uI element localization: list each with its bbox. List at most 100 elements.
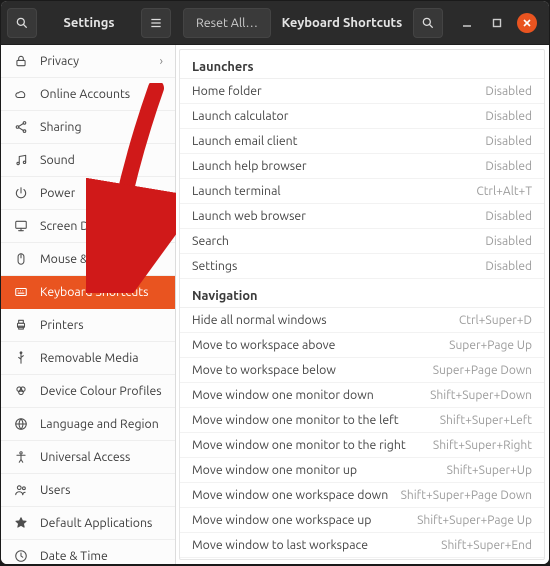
shortcut-row[interactable]: Move window one monitor upShift+Super+Up	[180, 458, 544, 483]
shortcut-name: Launch web browser	[192, 210, 485, 223]
shortcut-row[interactable]: Launch calculatorDisabled	[180, 104, 544, 129]
display-icon	[13, 218, 29, 234]
keyboard-icon	[13, 284, 29, 300]
shortcut-name: Launch terminal	[192, 185, 476, 198]
shortcut-row[interactable]: Launch email clientDisabled	[180, 129, 544, 154]
shortcut-row[interactable]: SearchDisabled	[180, 229, 544, 254]
shortcut-name: Hide all normal windows	[192, 314, 459, 327]
shortcut-keys: Disabled	[485, 85, 532, 98]
shortcut-keys: Disabled	[485, 110, 532, 123]
color-icon	[13, 383, 29, 399]
shortcut-row[interactable]: Move window one workspace downShift+Supe…	[180, 483, 544, 508]
shortcut-row[interactable]: Launch terminalCtrl+Alt+T	[180, 179, 544, 204]
sidebar-item-language-and-region[interactable]: Language and Region	[1, 408, 175, 441]
shortcut-row[interactable]: Home folderDisabled	[180, 79, 544, 104]
sidebar-item-label: Default Applications	[40, 517, 152, 530]
sidebar-item-label: Screen Display	[40, 220, 120, 233]
shortcut-name: Launch email client	[192, 135, 485, 148]
shortcut-name: Home folder	[192, 85, 485, 98]
chevron-right-icon: ›	[159, 54, 163, 68]
shortcut-keys: Disabled	[485, 160, 532, 173]
window-maximize-button[interactable]	[487, 13, 507, 33]
sidebar-item-sharing[interactable]: Sharing	[1, 111, 175, 144]
sidebar-item-printers[interactable]: Printers	[1, 309, 175, 342]
window-minimize-button[interactable]	[457, 13, 477, 33]
sidebar-item-default-applications[interactable]: Default Applications	[1, 507, 175, 540]
shortcut-name: Move window one monitor down	[192, 389, 430, 402]
shortcut-row[interactable]: Move to workspace belowSuper+Page Down	[180, 358, 544, 383]
shortcut-name: Move window one monitor to the right	[192, 439, 433, 452]
sidebar-item-mouse-touchpad[interactable]: Mouse & Touchpad	[1, 243, 175, 276]
shortcut-keys: Disabled	[485, 235, 532, 248]
shortcut-name: Launch help browser	[192, 160, 485, 173]
users-icon	[13, 482, 29, 498]
hamburger-icon	[149, 16, 163, 30]
sidebar-item-online-accounts[interactable]: Online Accounts	[1, 78, 175, 111]
hamburger-menu-button[interactable]	[141, 8, 171, 38]
close-icon	[522, 18, 532, 28]
shortcut-row[interactable]: Hide all normal windowsCtrl+Super+D	[180, 308, 544, 333]
sidebar-item-label: Keyboard Shortcuts	[40, 286, 148, 299]
sidebar-item-removable-media[interactable]: Removable Media	[1, 342, 175, 375]
shortcut-row[interactable]: Launch help browserDisabled	[180, 154, 544, 179]
shortcut-row[interactable]: SettingsDisabled	[180, 254, 544, 279]
header-bar: Settings Reset All… Keyboard Shortcuts	[1, 1, 549, 45]
power-icon	[13, 185, 29, 201]
shortcut-row[interactable]: Move window one monitor to the leftShift…	[180, 408, 544, 433]
shortcut-row[interactable]: Move window one workspace upShift+Super+…	[180, 508, 544, 533]
shortcut-row[interactable]: Move window one monitor to the rightShif…	[180, 433, 544, 458]
sidebar-item-label: Privacy	[40, 55, 79, 68]
shortcut-row[interactable]: Move window one monitor downShift+Super+…	[180, 383, 544, 408]
sidebar-search-button[interactable]	[7, 8, 37, 38]
shortcut-name: Move window one workspace up	[192, 514, 417, 527]
shortcut-keys: Shift+Super+Down	[430, 389, 532, 402]
search-icon	[421, 16, 435, 30]
shortcut-name: Move window one monitor to the left	[192, 414, 440, 427]
shortcut-keys: Shift+Super+Right	[433, 439, 532, 452]
sidebar-item-label: Online Accounts	[40, 88, 130, 101]
share-icon	[13, 119, 29, 135]
sidebar-title: Settings	[43, 16, 135, 30]
sidebar-item-sound[interactable]: Sound	[1, 144, 175, 177]
sidebar-item-screen-display[interactable]: Screen Display	[1, 210, 175, 243]
sidebar-item-date-time[interactable]: Date & Time	[1, 540, 175, 564]
sidebar-item-label: Power	[40, 187, 75, 200]
shortcut-name: Launch calculator	[192, 110, 485, 123]
shortcut-keys: Shift+Super+Left	[440, 414, 532, 427]
shortcut-row[interactable]: Move window to last workspaceShift+Super…	[180, 533, 544, 558]
sidebar-item-users[interactable]: Users	[1, 474, 175, 507]
sidebar-item-keyboard-shortcuts[interactable]: Keyboard Shortcuts	[1, 276, 175, 309]
shortcut-keys: Shift+Super+End	[441, 539, 532, 552]
maximize-icon	[492, 18, 502, 28]
window-close-button[interactable]	[517, 13, 537, 33]
group-title: Navigation	[180, 279, 544, 308]
content-search-button[interactable]	[413, 8, 443, 38]
mouse-icon	[13, 251, 29, 267]
shortcut-name: Move window one monitor up	[192, 464, 447, 477]
shortcut-keys: Disabled	[485, 260, 532, 273]
usb-icon	[13, 350, 29, 366]
sidebar-item-device-colour-profiles[interactable]: Device Colour Profiles	[1, 375, 175, 408]
shortcut-name: Settings	[192, 260, 485, 273]
sidebar-item-label: Removable Media	[40, 352, 139, 365]
sidebar-item-label: Universal Access	[40, 451, 130, 464]
shortcut-keys: Shift+Super+Page Up	[417, 514, 532, 527]
shortcut-row[interactable]: Move to workspace aboveSuper+Page Up	[180, 333, 544, 358]
sidebar-item-power[interactable]: Power	[1, 177, 175, 210]
sidebar-item-label: Sound	[40, 154, 75, 167]
content-area: LaunchersHome folderDisabledLaunch calcu…	[176, 45, 549, 564]
sidebar: Privacy › Online Accounts Sharing Sound Power…	[1, 45, 176, 564]
shortcut-keys: Ctrl+Alt+T	[476, 185, 532, 198]
globe-icon	[13, 416, 29, 432]
sidebar-item-label: Users	[40, 484, 71, 497]
shortcut-row[interactable]: Launch web browserDisabled	[180, 204, 544, 229]
sidebar-item-privacy[interactable]: Privacy ›	[1, 45, 175, 78]
sidebar-item-label: Date & Time	[40, 550, 108, 563]
reset-all-button[interactable]: Reset All…	[183, 8, 271, 38]
shortcut-keys: Disabled	[485, 210, 532, 223]
cloud-icon	[13, 86, 29, 102]
sidebar-item-universal-access[interactable]: Universal Access	[1, 441, 175, 474]
shortcut-name: Move to workspace below	[192, 364, 433, 377]
printer-icon	[13, 317, 29, 333]
clock-icon	[13, 548, 29, 564]
